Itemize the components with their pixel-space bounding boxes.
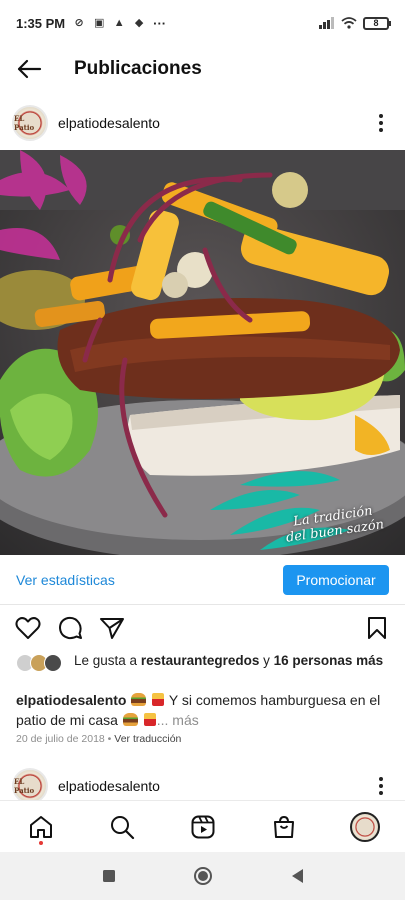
back-button[interactable] bbox=[0, 46, 58, 92]
likes-user[interactable]: restaurantegredos bbox=[141, 653, 260, 668]
nav-search[interactable] bbox=[102, 807, 142, 847]
share-button[interactable] bbox=[98, 614, 126, 642]
avatar-logo-text: EL Patio bbox=[14, 114, 35, 132]
chat-icon: ◆ bbox=[134, 17, 144, 29]
more-notifications-icon: ··· bbox=[153, 15, 167, 31]
header: Publicaciones bbox=[0, 46, 405, 92]
nav-shop[interactable] bbox=[264, 807, 304, 847]
shopping-bag-icon bbox=[273, 815, 294, 838]
wifi-icon bbox=[341, 17, 357, 29]
meta-separator: • bbox=[104, 733, 115, 745]
home-icon bbox=[29, 815, 52, 838]
notification-dot bbox=[38, 840, 43, 845]
square-icon bbox=[102, 870, 115, 882]
reels-icon bbox=[191, 815, 214, 838]
nav-profile[interactable] bbox=[345, 807, 385, 847]
battery-icon: 8 bbox=[363, 16, 391, 30]
arrow-left-icon bbox=[17, 59, 42, 79]
avatar[interactable]: EL Patio bbox=[12, 105, 48, 141]
status-time: 1:35 PM bbox=[16, 15, 66, 31]
nav-home[interactable] bbox=[21, 807, 61, 847]
post-header: EL Patio elpatiodesalento bbox=[0, 97, 405, 149]
comment-icon bbox=[59, 616, 82, 640]
next-post-username[interactable]: elpatiodesalento bbox=[58, 778, 160, 794]
next-post-options-button[interactable] bbox=[369, 771, 393, 801]
signal-icon bbox=[319, 17, 334, 29]
post-meta: 20 de julio de 2018 • Ver traducción bbox=[16, 733, 181, 745]
caption-more-link[interactable]: ... más bbox=[157, 712, 199, 728]
fries-emoji-icon bbox=[143, 713, 156, 726]
likes-prefix: Le gusta a bbox=[74, 653, 141, 668]
search-icon bbox=[110, 815, 134, 839]
avatar[interactable]: EL Patio bbox=[12, 768, 48, 804]
bottom-navigation bbox=[0, 800, 405, 852]
triangle-back-icon bbox=[291, 869, 303, 883]
post-photo[interactable]: La tradición del buen sazón bbox=[0, 150, 405, 555]
promote-button[interactable]: Promocionar bbox=[283, 564, 389, 595]
view-insights-link[interactable]: Ver estadísticas bbox=[16, 572, 115, 588]
do-not-disturb-icon: ⊘ bbox=[74, 17, 84, 29]
bell-icon: ▲ bbox=[113, 17, 125, 29]
app-notification-icon: ▣ bbox=[93, 17, 105, 29]
liker-avatar bbox=[44, 654, 62, 672]
liker-avatars bbox=[16, 654, 68, 672]
burger-photo-illustration bbox=[0, 150, 405, 555]
insights-row: Ver estadísticas Promocionar bbox=[0, 555, 405, 605]
hamburger-emoji-icon bbox=[131, 693, 147, 706]
circle-icon bbox=[193, 867, 212, 885]
post-username[interactable]: elpatiodesalento bbox=[58, 115, 160, 131]
bookmark-icon bbox=[368, 617, 386, 639]
likes-summary[interactable]: Le gusta a restaurantegredos y 16 person… bbox=[16, 652, 391, 672]
avatar-logo-text: EL Patio bbox=[14, 777, 35, 795]
post-date: 20 de julio de 2018 bbox=[16, 733, 105, 745]
nav-reels[interactable] bbox=[183, 807, 223, 847]
likes-others[interactable]: 16 personas más bbox=[274, 653, 384, 668]
home-system-button[interactable] bbox=[191, 864, 215, 888]
page-title: Publicaciones bbox=[74, 58, 202, 79]
likes-connector: y bbox=[259, 653, 274, 668]
profile-avatar bbox=[349, 811, 380, 842]
back-system-button[interactable] bbox=[285, 864, 309, 888]
send-icon bbox=[100, 618, 124, 639]
save-button[interactable] bbox=[363, 614, 391, 642]
hamburger-emoji-icon bbox=[122, 713, 138, 726]
heart-icon bbox=[15, 617, 41, 639]
system-navigation-bar bbox=[0, 852, 405, 900]
see-translation-link[interactable]: Ver traducción bbox=[114, 733, 181, 745]
like-button[interactable] bbox=[14, 614, 42, 642]
post-actions bbox=[0, 612, 405, 644]
recent-apps-button[interactable] bbox=[97, 864, 121, 888]
status-bar: 1:35 PM ⊘ ▣ ▲ ◆ ··· 8 bbox=[0, 0, 405, 46]
post-options-button[interactable] bbox=[369, 108, 393, 138]
post-caption: elpatiodesalento Y si comemos hamburgues… bbox=[16, 690, 391, 730]
caption-username[interactable]: elpatiodesalento bbox=[16, 692, 126, 708]
fries-emoji-icon bbox=[152, 693, 165, 706]
comment-button[interactable] bbox=[56, 614, 84, 642]
